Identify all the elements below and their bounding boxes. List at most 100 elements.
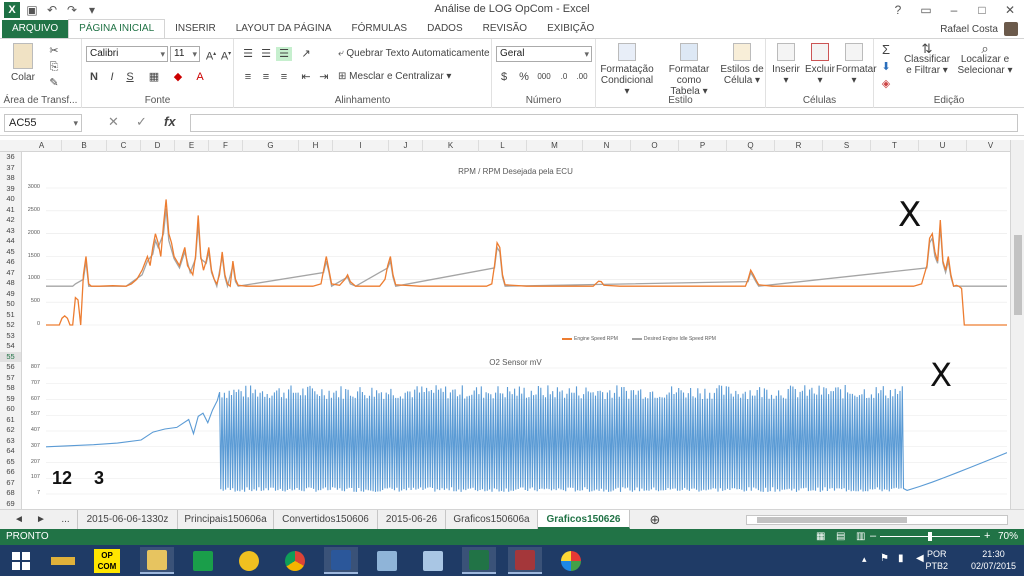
column-header-n[interactable]: N xyxy=(583,140,631,152)
copy-icon[interactable]: ⎘ xyxy=(46,60,62,74)
decrease-indent-icon[interactable]: ⇤ xyxy=(298,70,314,84)
scroll-tabs-left[interactable]: ◄ xyxy=(8,510,30,529)
row-header-37[interactable]: 37 xyxy=(0,163,21,173)
normal-view-icon[interactable]: ▦ xyxy=(816,531,825,542)
tab-data[interactable]: DADOS xyxy=(417,20,473,38)
horizontal-scrollbar[interactable] xyxy=(746,515,1008,525)
format-painter-icon[interactable]: ✎ xyxy=(46,76,62,90)
column-header-l[interactable]: L xyxy=(479,140,527,152)
grow-font-icon[interactable]: A▴ xyxy=(203,47,219,63)
excel-logo-icon[interactable]: X xyxy=(4,2,20,18)
bold-button[interactable]: N xyxy=(86,70,102,84)
row-header-65[interactable]: 65 xyxy=(0,457,21,467)
row-header-51[interactable]: 51 xyxy=(0,310,21,320)
column-header-m[interactable]: M xyxy=(527,140,583,152)
italic-button[interactable]: I xyxy=(104,70,120,84)
new-sheet-button[interactable]: ⊕ xyxy=(644,510,666,529)
borders-icon[interactable]: ▦ xyxy=(146,70,162,84)
row-header-58[interactable]: 58 xyxy=(0,383,21,393)
font-name-select[interactable]: Calibri xyxy=(86,46,168,62)
minimize-icon[interactable]: – xyxy=(940,0,968,20)
vertical-scrollbar[interactable] xyxy=(1010,140,1024,509)
align-center-icon[interactable]: ≡ xyxy=(258,70,274,84)
page-break-view-icon[interactable]: ▥ xyxy=(856,531,865,542)
row-header-60[interactable]: 60 xyxy=(0,404,21,414)
clear-icon[interactable]: ◈ xyxy=(878,77,894,91)
row-header-38[interactable]: 38 xyxy=(0,173,21,183)
column-header-j[interactable]: J xyxy=(389,140,423,152)
row-header-50[interactable]: 50 xyxy=(0,299,21,309)
column-header-c[interactable]: C xyxy=(107,140,141,152)
row-header-53[interactable]: 53 xyxy=(0,331,21,341)
row-header-43[interactable]: 43 xyxy=(0,226,21,236)
merge-center-button[interactable]: ⊞ Mesclar e Centralizar ▾ xyxy=(338,71,451,82)
tab-insert[interactable]: INSERIR xyxy=(165,20,226,38)
column-header-o[interactable]: O xyxy=(631,140,679,152)
start-button[interactable] xyxy=(4,547,38,574)
align-middle-icon[interactable]: ☰ xyxy=(258,47,274,61)
orientation-icon[interactable]: ↗ xyxy=(298,47,314,61)
sheet-tab-2015-06-26[interactable]: 2015-06-26 xyxy=(378,510,446,529)
row-header-52[interactable]: 52 xyxy=(0,320,21,330)
conditional-formatting-button[interactable]: Formatação Condicional ▾ xyxy=(598,43,656,97)
row-header-55[interactable]: 55 xyxy=(0,351,21,362)
tab-review[interactable]: REVISÃO xyxy=(473,20,537,38)
align-bottom-icon[interactable]: ☰ xyxy=(276,47,292,61)
tray-flag-icon[interactable]: ⚑ xyxy=(880,553,889,564)
row-header-48[interactable]: 48 xyxy=(0,278,21,288)
confirm-icon[interactable]: ✓ xyxy=(136,114,147,130)
column-header-g[interactable]: G xyxy=(243,140,299,152)
column-header-b[interactable]: B xyxy=(62,140,107,152)
thousands-button[interactable]: 000 xyxy=(534,70,554,84)
tray-arrow-icon[interactable]: ▴ xyxy=(862,554,867,565)
taskbar-app[interactable] xyxy=(370,547,404,574)
tray-network-icon[interactable]: ▮ xyxy=(898,553,904,564)
column-header-p[interactable]: P xyxy=(679,140,727,152)
autosum-icon[interactable]: Σ xyxy=(878,43,894,57)
worksheet[interactable]: ABCDEFGHIJKLMNOPQRSTUV 36 37 38 39 40 41 42 43 4… xyxy=(0,140,1010,509)
cut-icon[interactable]: ✂ xyxy=(46,44,62,58)
column-header-h[interactable]: H xyxy=(299,140,333,152)
taskbar-store[interactable] xyxy=(186,547,220,574)
close-icon[interactable]: ✕ xyxy=(996,0,1024,20)
vertical-scroll-thumb[interactable] xyxy=(1014,235,1022,315)
column-header-v[interactable]: V xyxy=(967,140,1010,152)
maximize-icon[interactable]: □ xyxy=(968,0,996,20)
row-header-59[interactable]: 59 xyxy=(0,394,21,404)
o2-chart[interactable]: O2 Sensor mV 807 707 607 507 407 307 207 107 7 xyxy=(24,354,1007,509)
taskbar-excel[interactable] xyxy=(462,547,496,574)
more-sheets-button[interactable]: ... xyxy=(54,510,78,529)
row-header-56[interactable]: 56 xyxy=(0,362,21,372)
save-icon[interactable]: ▣ xyxy=(24,2,40,18)
sheet-tab-2015-06-06-1330z[interactable]: 2015-06-06-1330z xyxy=(78,510,178,529)
row-header-57[interactable]: 57 xyxy=(0,373,21,383)
sheet-tab-principais150606a[interactable]: Principais150606a xyxy=(178,510,274,529)
row-header-44[interactable]: 44 xyxy=(0,236,21,246)
align-left-icon[interactable]: ≡ xyxy=(240,70,256,84)
user-account[interactable]: Rafael Costa xyxy=(940,20,1018,38)
insert-cells-button[interactable]: Inserir ▾ xyxy=(770,43,802,86)
paste-button[interactable]: Colar xyxy=(6,43,40,83)
row-header-69[interactable]: 69 xyxy=(0,499,21,509)
wrap-text-button[interactable]: ⤶ Quebrar Texto Automaticamente xyxy=(338,48,490,59)
row-header-45[interactable]: 45 xyxy=(0,247,21,257)
rpm-chart[interactable]: RPM / RPM Desejada pela ECU 3000 2500 2000… xyxy=(24,160,1007,350)
row-header-36[interactable]: 36 xyxy=(0,152,21,162)
column-header-q[interactable]: Q xyxy=(727,140,775,152)
column-header-t[interactable]: T xyxy=(871,140,919,152)
row-header-39[interactable]: 39 xyxy=(0,184,21,194)
taskbar-weather[interactable] xyxy=(232,547,266,574)
sort-filter-button[interactable]: ⇅ Classificar e Filtrar ▾ xyxy=(902,42,952,76)
name-box[interactable]: AC55 xyxy=(4,114,82,132)
font-size-select[interactable]: 11 xyxy=(170,46,200,62)
taskbar-word[interactable] xyxy=(324,547,358,574)
increase-indent-icon[interactable]: ⇥ xyxy=(316,70,332,84)
align-top-icon[interactable]: ☰ xyxy=(240,47,256,61)
taskbar-opcom[interactable]: OP COM xyxy=(90,547,124,574)
column-header-k[interactable]: K xyxy=(423,140,479,152)
language-indicator[interactable]: POR PTB2 xyxy=(925,548,948,572)
sheet-tab-convertidos150606[interactable]: Convertidos150606 xyxy=(274,510,378,529)
row-header-66[interactable]: 66 xyxy=(0,467,21,477)
undo-icon[interactable]: ↶ xyxy=(44,2,60,18)
row-header-47[interactable]: 47 xyxy=(0,268,21,278)
